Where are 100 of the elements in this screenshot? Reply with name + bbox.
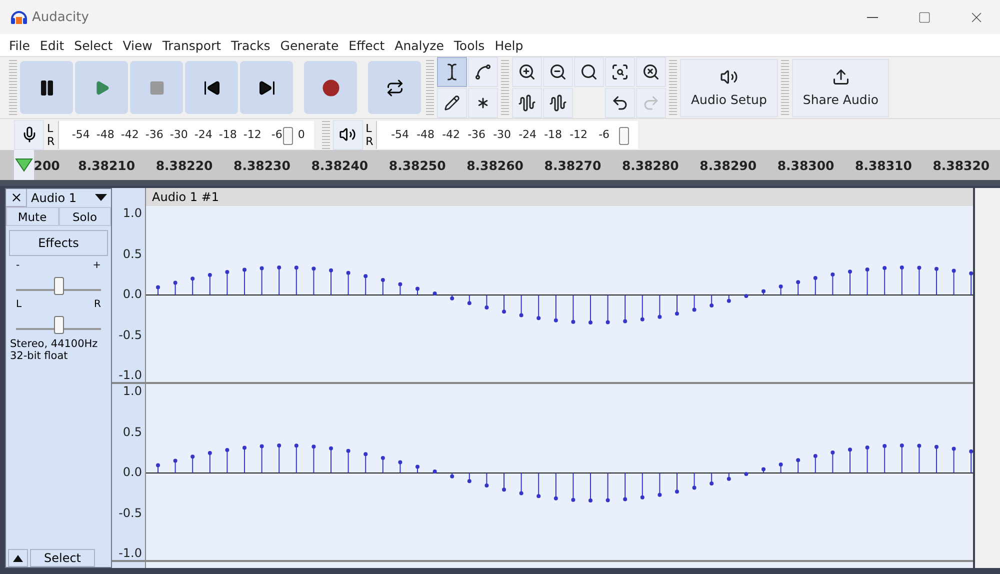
fit-project-button[interactable] (605, 57, 635, 87)
audio-setup-button[interactable]: Audio Setup (680, 58, 778, 116)
zoom-toggle-button[interactable] (636, 57, 666, 87)
meter-tick: -6 (598, 128, 611, 141)
track-info-text: Stereo, 44100Hz (9, 338, 99, 350)
silence-button[interactable] (543, 88, 573, 118)
undo-button[interactable] (605, 88, 635, 118)
axis-label: 0.5 (122, 246, 142, 260)
zoom-in-icon (518, 63, 536, 81)
pause-button[interactable] (20, 61, 73, 114)
speaker-button[interactable] (332, 120, 363, 150)
meter-tick: -12 (568, 128, 589, 141)
curve-icon (474, 63, 492, 81)
collapse-button[interactable] (8, 549, 28, 567)
solo-button[interactable]: Solo (58, 207, 111, 226)
select-button[interactable]: Select (30, 549, 95, 567)
menu-item[interactable]: Help (490, 38, 528, 52)
skip-forward-icon (258, 78, 276, 96)
maximize-icon (918, 10, 930, 24)
menu-item[interactable]: File (4, 38, 35, 52)
slider-label: R (94, 299, 101, 310)
zoom-in-button[interactable] (512, 57, 542, 87)
scrollbar[interactable] (973, 188, 1000, 568)
magnifier-icon (611, 63, 629, 81)
channel-label: R (47, 134, 55, 148)
menu-item[interactable]: View (118, 38, 158, 52)
toolbar-grip[interactable] (426, 60, 434, 116)
tool-button[interactable] (437, 57, 467, 87)
microphone-button[interactable] (14, 120, 44, 150)
meter-tick: -54 (390, 128, 410, 141)
toolbar-grip[interactable] (669, 60, 677, 116)
ruler-label: 8.38240 (310, 158, 370, 172)
share-icon (832, 68, 850, 86)
magnifier-icon (642, 63, 660, 81)
axis-label: -1.0 (118, 546, 142, 560)
zoom-out-button[interactable] (543, 57, 573, 87)
meter-tick: -54 (70, 128, 91, 141)
effects-button[interactable]: Effects (9, 230, 108, 256)
undo-icon (611, 94, 629, 112)
stop-icon (148, 80, 164, 96)
headphones-logo-icon (10, 9, 28, 25)
axis-label: 1.0 (122, 206, 142, 220)
share-audio-button[interactable]: Share Audio (792, 58, 890, 116)
slider-label: L (16, 299, 22, 310)
fit-selection-button[interactable] (574, 57, 604, 87)
axis-label: 1.0 (122, 384, 142, 398)
menu-item[interactable]: Select (69, 38, 118, 52)
redo-icon (642, 94, 660, 112)
axis-label: 0.0 (122, 465, 142, 479)
track-name-menu[interactable]: Audio 1 (26, 188, 111, 206)
channel-label: L (366, 122, 373, 134)
ruler-label: 8.38250 (388, 158, 447, 172)
menu-item[interactable]: Tools (448, 38, 490, 52)
speaker-icon (720, 68, 738, 86)
record-icon (322, 78, 340, 96)
gain-slider-thumb[interactable] (54, 277, 64, 295)
toolbar-grip[interactable] (322, 120, 330, 148)
ruler-label: 8.38230 (232, 158, 292, 172)
close-icon (10, 191, 22, 204)
meter-tick: -36 (144, 128, 164, 141)
meter-tick: -30 (492, 128, 512, 141)
menu-item[interactable]: Effect (344, 38, 390, 52)
axis-label: 0.0 (122, 287, 142, 301)
trim-button[interactable] (512, 88, 542, 118)
mute-button[interactable]: Mute (6, 207, 58, 226)
meter-tick: -18 (218, 128, 238, 141)
play-icon (94, 80, 110, 96)
loop-button[interactable] (368, 61, 421, 114)
meter-slider-thumb[interactable] (619, 126, 630, 144)
loop-icon (386, 78, 404, 96)
axis-label: -1.0 (118, 368, 142, 382)
menu-item[interactable]: Analyze (390, 38, 449, 52)
meter-tick: -42 (120, 128, 140, 141)
play-head-button[interactable] (14, 150, 34, 180)
toolbar-grip[interactable] (9, 60, 17, 116)
axis-label: -0.5 (118, 506, 142, 520)
clip-title[interactable]: Audio 1 #1 (146, 188, 973, 206)
meter-slider-thumb[interactable] (283, 126, 294, 144)
menu-item[interactable]: Generate (275, 38, 344, 52)
record-button[interactable] (304, 61, 357, 114)
meter-tick: -42 (441, 128, 462, 141)
triangle-icon (14, 158, 33, 172)
magnifier-icon (580, 63, 598, 81)
slider-label: + (92, 260, 101, 271)
toolbar-grip[interactable] (780, 60, 789, 116)
skip-back-icon (202, 78, 220, 96)
channel-label: R (366, 134, 374, 148)
meter-tick: -6 (270, 128, 284, 141)
axis-label: 0.5 (122, 424, 142, 438)
menu-item[interactable]: Tracks (226, 38, 276, 52)
meter-tick: -24 (193, 128, 214, 141)
ruler-label: 200 (34, 158, 61, 172)
ruler-label: 8.38210 (77, 158, 136, 172)
menu-item[interactable]: Transport (157, 38, 226, 52)
menu-item[interactable]: Edit (34, 38, 70, 52)
skip-to-end-button[interactable] (240, 61, 293, 114)
toolbar-grip[interactable] (501, 60, 509, 116)
pan-slider-thumb[interactable] (54, 316, 64, 334)
meter-tick: -18 (543, 128, 564, 141)
skip-to-start-button[interactable] (185, 61, 238, 114)
